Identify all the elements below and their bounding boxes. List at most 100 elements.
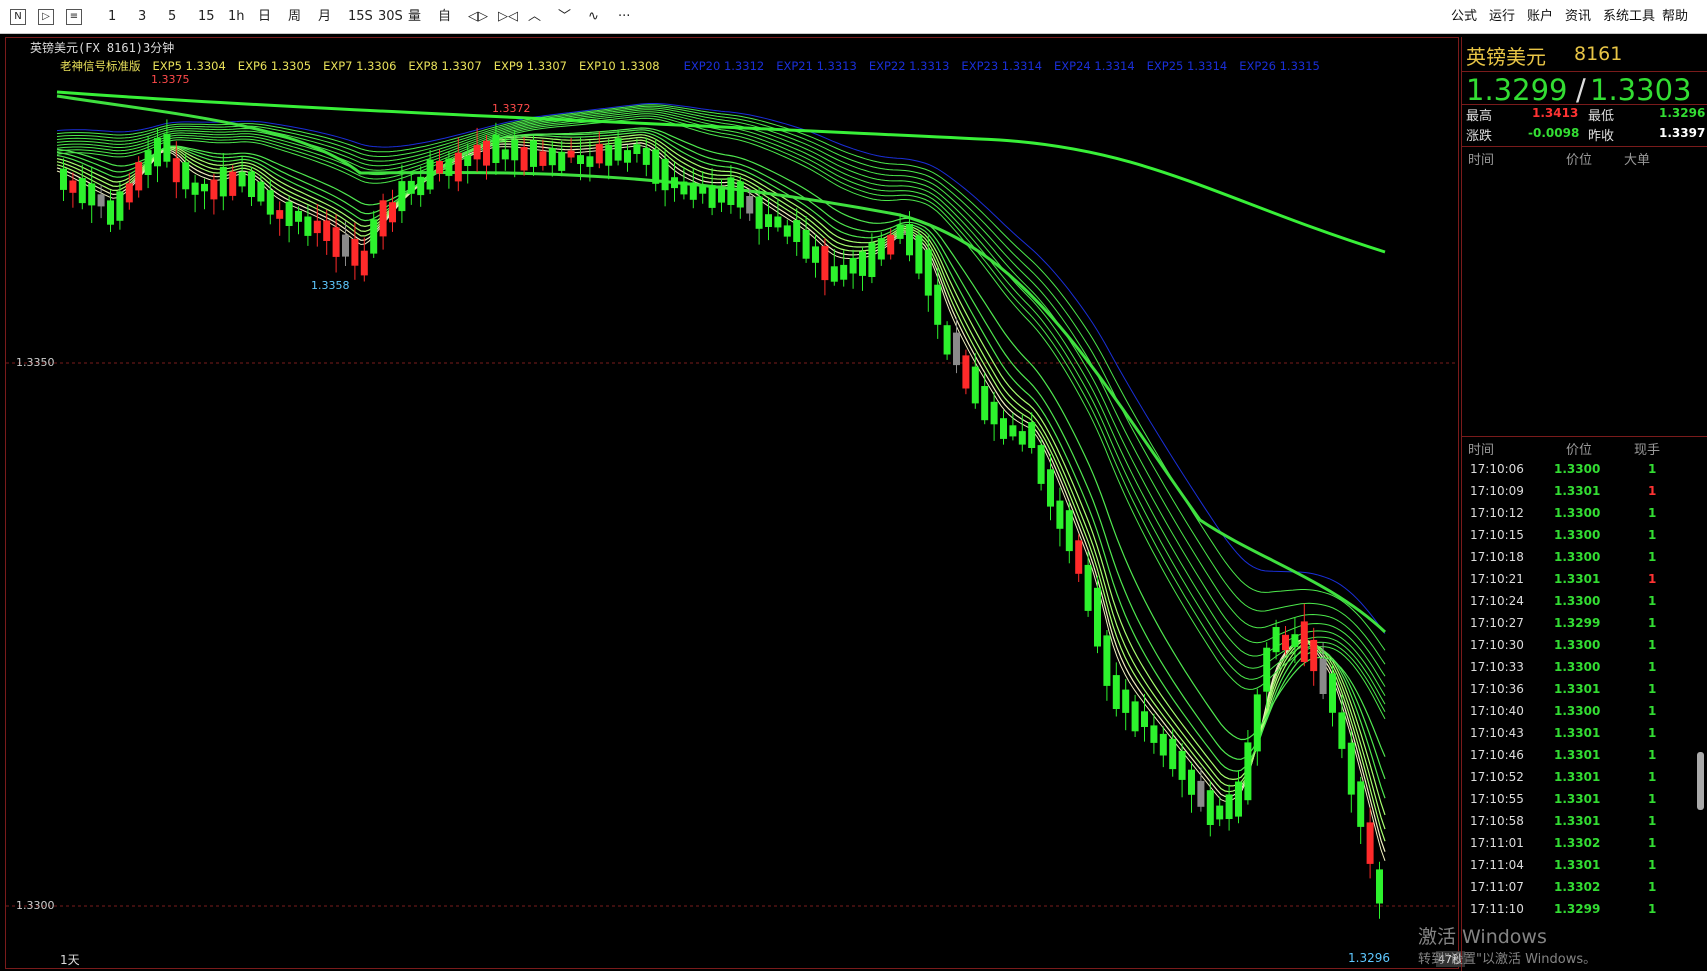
scrollbar-thumb[interactable]: [1697, 752, 1704, 810]
tick-volume: 1: [1648, 594, 1657, 608]
big-orders-price-header: 价位: [1566, 153, 1593, 168]
tick-time: 17:11:10: [1470, 902, 1524, 916]
high-label: 最高: [1466, 109, 1493, 124]
bid-ask-quote: 1.3299 / 1.3303: [1462, 71, 1707, 107]
tick-price: 1.3301: [1554, 682, 1601, 696]
tick-time: 17:10:27: [1470, 616, 1524, 630]
indicator-exp24: EXP24 1.3314: [1054, 59, 1135, 73]
tick-volume: 1: [1648, 484, 1657, 498]
doc-button[interactable]: ≡: [66, 9, 82, 25]
symbol-name: 英镑美元: [1466, 45, 1546, 69]
wave-icon[interactable]: ∿: [588, 8, 599, 26]
tick-row: 17:11:01 1.3302 1: [1462, 836, 1707, 858]
chart-area[interactable]: [5, 37, 1459, 969]
zoom-in-icon[interactable]: ◁▷: [468, 8, 488, 26]
period-日-button[interactable]: 日: [258, 8, 271, 26]
menu-资讯[interactable]: 资讯: [1565, 8, 1591, 26]
menu-公式[interactable]: 公式: [1451, 8, 1477, 26]
indicator-exp22: EXP22 1.3313: [868, 59, 950, 73]
y-label-2: 1.3300: [16, 899, 55, 912]
tick-volume: 1: [1648, 814, 1657, 828]
high-value: 1.3413: [1532, 106, 1579, 120]
period-月-button[interactable]: 月: [318, 8, 331, 26]
zoom-out-icon[interactable]: ▷◁: [498, 8, 518, 26]
prev-close-value: 1.3397: [1659, 126, 1706, 140]
indicator-exp25: EXP25 1.3314: [1146, 59, 1228, 73]
tick-time: 17:10:43: [1470, 726, 1524, 740]
tick-price: 1.3300: [1554, 550, 1601, 564]
tick-price: 1.3300: [1554, 462, 1601, 476]
high-annotation-2: 1.3372: [492, 102, 531, 115]
indicator-legend: 老神信号标准版 EXP5 1.3304 EXP6 1.3305 EXP7 1.3306…: [60, 58, 1344, 74]
tick-row: 17:10:18 1.3300 1: [1462, 550, 1707, 572]
period-周-button[interactable]: 周: [288, 8, 301, 26]
ticks-volume-header: 现手: [1634, 443, 1661, 458]
tick-row: 17:10:40 1.3300 1: [1462, 704, 1707, 726]
period-1h-button[interactable]: 1h: [228, 8, 245, 26]
period-15-button[interactable]: 15: [198, 8, 215, 26]
tick-row: 17:10:52 1.3301 1: [1462, 770, 1707, 792]
volume-button[interactable]: 量: [408, 8, 421, 26]
tick-time: 17:10:30: [1470, 638, 1524, 652]
new-button[interactable]: N: [10, 9, 26, 25]
tick-time: 17:10:46: [1470, 748, 1524, 762]
change-label: 涨跌: [1466, 129, 1493, 144]
tick-time: 17:10:15: [1470, 528, 1524, 542]
chevron-down-icon[interactable]: ﹀: [558, 8, 571, 26]
tick-time: 17:10:09: [1470, 484, 1524, 498]
y-label-1: 1.3350: [16, 356, 55, 369]
indicator-exp20: EXP20 1.3312: [683, 59, 765, 73]
quote-separator: /: [1576, 73, 1586, 107]
play-button[interactable]: ▷: [38, 9, 54, 25]
tick-volume: 1: [1648, 572, 1657, 586]
more-icon[interactable]: ···: [618, 8, 630, 26]
menu-账户[interactable]: 账户: [1527, 8, 1553, 26]
tick-price: 1.3302: [1554, 880, 1601, 894]
tick-time: 17:10:06: [1470, 462, 1524, 476]
tick-volume: 1: [1648, 550, 1657, 564]
low-annotation-last: 1.3296: [1348, 951, 1390, 965]
menu-帮助[interactable]: 帮助: [1662, 8, 1688, 26]
tick-row: 17:10:27 1.3299 1: [1462, 616, 1707, 638]
indicator-exp10: EXP10 1.3308: [578, 59, 660, 73]
tick-time: 17:11:07: [1470, 880, 1524, 894]
tick-price: 1.3300: [1554, 638, 1601, 652]
tick-price: 1.3300: [1554, 528, 1601, 542]
tick-row: 17:10:24 1.3300 1: [1462, 594, 1707, 616]
tick-time: 17:11:01: [1470, 836, 1524, 850]
indicator-exp5: EXP5 1.3304: [152, 59, 226, 73]
big-orders-time-header: 时间: [1468, 153, 1495, 168]
symbol-code: 8161: [1574, 43, 1623, 65]
tick-row: 17:10:06 1.3300 1: [1462, 462, 1707, 484]
tick-volume: 1: [1648, 748, 1657, 762]
period-3-button[interactable]: 3: [138, 8, 146, 26]
tick-time: 17:10:12: [1470, 506, 1524, 520]
menu-运行[interactable]: 运行: [1489, 8, 1515, 26]
low-value: 1.3296: [1659, 106, 1706, 120]
activation-watermark: 激活 Windows: [1418, 926, 1547, 948]
indicator-exp8: EXP8 1.3307: [408, 59, 482, 73]
period-30S-button[interactable]: 30S: [378, 8, 403, 26]
ask-price: 1.3303: [1590, 73, 1692, 107]
tick-row: 17:10:15 1.3300 1: [1462, 528, 1707, 550]
tick-price: 1.3301: [1554, 748, 1601, 762]
tick-volume: 1: [1648, 902, 1657, 916]
period-5-button[interactable]: 5: [168, 8, 176, 26]
quote-panel: 英镑美元 8161 1.3299 / 1.3303 最高 1.3413 最低 1…: [1461, 37, 1707, 971]
tick-row: 17:10:58 1.3301 1: [1462, 814, 1707, 836]
ticks-price-header: 价位: [1566, 443, 1593, 458]
high-annotation-1: 1.3375: [151, 73, 190, 86]
period-span-label: 1天: [60, 953, 80, 967]
tick-volume: 1: [1648, 462, 1657, 476]
tick-row: 17:10:55 1.3301 1: [1462, 792, 1707, 814]
tick-row: 17:10:36 1.3301 1: [1462, 682, 1707, 704]
period-15S-button[interactable]: 15S: [348, 8, 373, 26]
menu-系统工具[interactable]: 系统工具: [1603, 8, 1655, 26]
ticks-time-header: 时间: [1468, 443, 1495, 458]
tick-row: 17:11:04 1.3301 1: [1462, 858, 1707, 880]
period-1-button[interactable]: 1: [108, 8, 116, 26]
chevron-up-icon[interactable]: ︿: [528, 8, 541, 26]
custom-button[interactable]: 自: [438, 8, 451, 26]
tick-row: 17:10:43 1.3301 1: [1462, 726, 1707, 748]
tick-time: 17:10:18: [1470, 550, 1524, 564]
